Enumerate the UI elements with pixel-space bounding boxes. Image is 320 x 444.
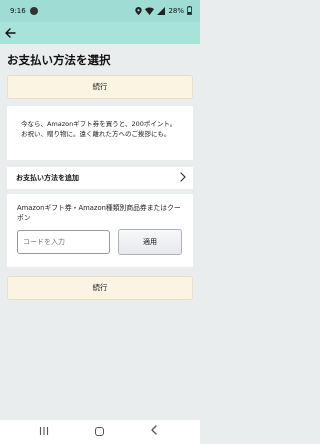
status-time: 9:16 (10, 7, 26, 15)
coupon-card: Amazonギフト券・Amazon種類別商品券またはクーポン 適用 (7, 194, 193, 267)
coupon-heading: Amazonギフト券・Amazon種類別商品券またはクーポン (17, 204, 181, 222)
page-title: お支払い方法を選択 (7, 53, 111, 67)
status-icons: 28% (135, 6, 192, 15)
continue-button-bottom[interactable]: 続行 (7, 276, 193, 300)
recent-apps-icon[interactable] (39, 426, 49, 436)
location-icon (135, 6, 143, 15)
promo-card: 今なら、Amazonギフト券を買うと、200ポイント。お祝い、贈り物に。遠く離れ… (7, 106, 193, 160)
status-bar: 9:16 28% (0, 0, 200, 22)
system-nav-bar (0, 420, 200, 444)
promo-text: 今なら、Amazonギフト券を買うと、200ポイント。お祝い、贈り物に。遠く離れ… (21, 120, 177, 138)
add-payment-method-label: お支払い方法を追加 (16, 174, 79, 182)
coupon-code-input[interactable] (17, 230, 110, 254)
battery-percent: 28% (168, 6, 184, 15)
add-payment-method-row[interactable]: お支払い方法を追加 (7, 167, 193, 189)
continue-button-top[interactable]: 続行 (7, 75, 193, 99)
wifi-icon (145, 7, 155, 15)
nav-bar (0, 22, 200, 44)
chevron-right-icon (180, 171, 186, 183)
home-icon[interactable] (95, 427, 104, 436)
battery-icon (187, 6, 192, 15)
back-arrow-icon[interactable] (5, 25, 16, 41)
apply-button[interactable]: 適用 (118, 229, 182, 255)
signal-icon (157, 6, 166, 15)
system-back-icon[interactable] (150, 424, 158, 436)
notification-icon (30, 7, 38, 15)
